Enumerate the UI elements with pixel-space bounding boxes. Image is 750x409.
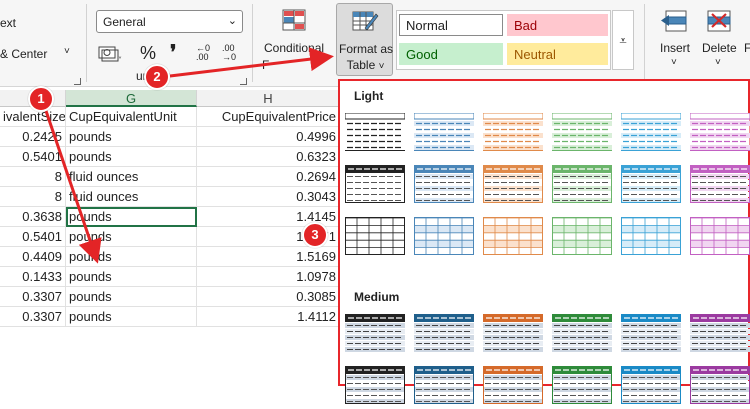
- arrow-1: [42, 104, 102, 264]
- annotation-arrows: [42, 47, 334, 264]
- callout-2: 2: [144, 64, 170, 90]
- callout-1: 1: [28, 86, 54, 112]
- callout-3: 3: [302, 222, 328, 248]
- arrow-2: [169, 47, 334, 78]
